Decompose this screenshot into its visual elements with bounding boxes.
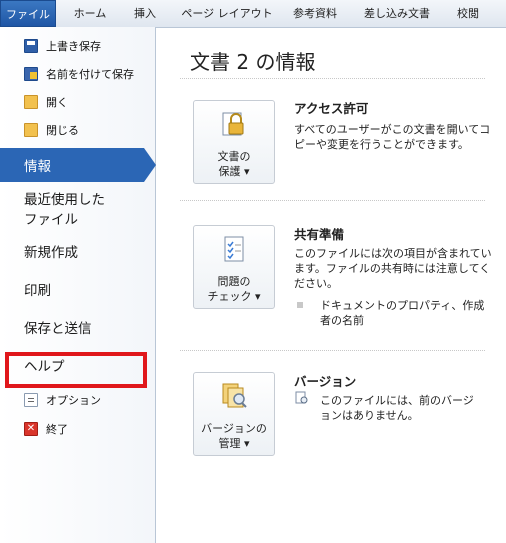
prepare-item: ドキュメントのプロパティ、作成者の名前 — [320, 299, 485, 327]
save-as-label: 名前を付けて保存 — [46, 68, 134, 81]
exit-command[interactable]: ✕ 終了 — [24, 418, 68, 440]
divider — [180, 350, 485, 351]
prepare-heading: 共有準備 — [294, 227, 345, 242]
options-icon — [24, 393, 38, 407]
options-label: オプション — [46, 394, 101, 407]
tab-page-layout[interactable]: ページ レイアウト — [176, 0, 278, 27]
divider — [180, 78, 485, 79]
nav-recent-files[interactable]: 最近使用した ファイル — [24, 190, 105, 230]
tab-home[interactable]: ホーム — [64, 0, 116, 27]
nav-save-send[interactable]: 保存と送信 — [24, 319, 92, 339]
versions-text: このファイルには、前のバージョンはありません。 — [320, 394, 474, 422]
divider — [180, 200, 485, 201]
options-highlight-box — [5, 352, 147, 388]
open-command[interactable]: 開く — [24, 91, 68, 113]
nav-print[interactable]: 印刷 — [24, 281, 51, 301]
options-command[interactable]: オプション — [24, 389, 101, 411]
tab-file[interactable]: ファイル — [0, 0, 56, 27]
nav-recent-line2: ファイル — [24, 212, 78, 228]
save-icon — [24, 39, 38, 53]
close-label: 閉じる — [46, 124, 79, 137]
save-as-icon — [24, 67, 38, 81]
save-label: 上書き保存 — [46, 40, 101, 53]
close-folder-icon — [24, 123, 38, 137]
protect-document-button[interactable]: 文書の 保護 ▾ — [193, 100, 275, 184]
ribbon-tab-bar: ファイル ホーム 挿入 ページ レイアウト 参考資料 差し込み文書 校閲 — [0, 0, 506, 28]
tab-mailings[interactable]: 差し込み文書 — [356, 0, 438, 27]
nav-info-selected[interactable] — [0, 148, 144, 182]
version-document-icon — [295, 391, 308, 404]
versions-label-2: 管理 ▾ — [218, 437, 250, 450]
check-for-issues-button[interactable]: 問題の チェック ▾ — [193, 225, 275, 309]
permissions-heading: アクセス許可 — [294, 101, 369, 116]
prepare-text: このファイルには次の項目が含まれています。ファイルの共有時には注意してください。 — [294, 247, 492, 290]
close-command[interactable]: 閉じる — [24, 119, 79, 141]
check-label-2: チェック ▾ — [207, 290, 261, 303]
nav-new[interactable]: 新規作成 — [24, 243, 78, 263]
versions-label-1: バージョンの — [201, 422, 267, 435]
lock-icon — [222, 112, 244, 136]
versions-heading: バージョン — [294, 374, 357, 389]
nav-info-label: 情報 — [24, 159, 51, 175]
permissions-text: すべてのユーザーがこの文書を開いてコピーや変更を行うことができます。 — [294, 123, 491, 151]
backstage-sidebar: 上書き保存 名前を付けて保存 開く 閉じる 情報 最近使用した ファイル 新規作… — [0, 27, 156, 543]
manage-versions-button[interactable]: バージョンの 管理 ▾ — [193, 372, 275, 456]
protect-label-1: 文書の — [217, 150, 251, 163]
exit-label: 終了 — [46, 423, 68, 436]
nav-recent-line1: 最近使用した — [24, 192, 105, 208]
open-folder-icon — [24, 95, 38, 109]
selection-arrow — [144, 148, 156, 182]
bullet-icon — [297, 302, 303, 308]
tab-insert[interactable]: 挿入 — [122, 0, 168, 27]
check-label-1: 問題の — [217, 275, 251, 288]
save-as-command[interactable]: 名前を付けて保存 — [24, 63, 134, 85]
save-command[interactable]: 上書き保存 — [24, 35, 101, 57]
open-label: 開く — [46, 96, 68, 109]
tab-references[interactable]: 参考資料 — [284, 0, 346, 27]
exit-icon: ✕ — [24, 422, 38, 436]
checklist-icon — [224, 236, 244, 262]
protect-label-2: 保護 ▾ — [218, 165, 250, 178]
versions-icon — [222, 383, 247, 408]
page-title: 文書 2 の情報 — [190, 50, 316, 74]
tab-review[interactable]: 校閲 — [446, 0, 490, 27]
